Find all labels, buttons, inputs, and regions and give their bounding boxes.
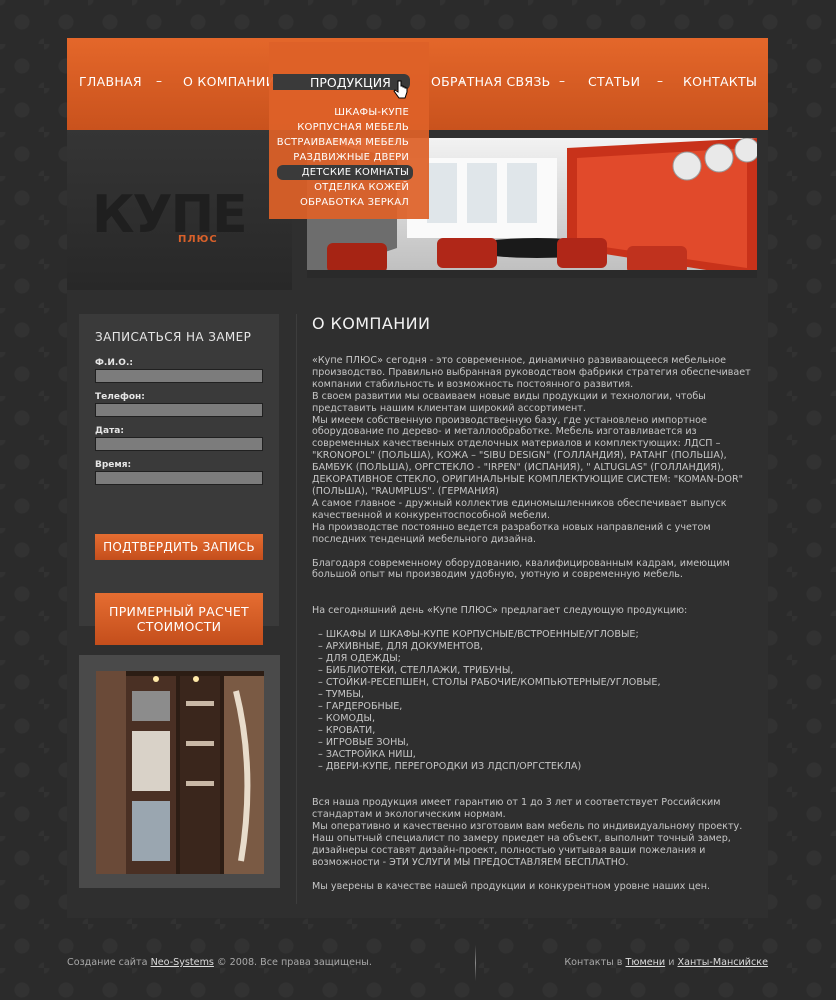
khanty-mansiysk-link[interactable]: Ханты-Мансийске	[678, 957, 769, 968]
logo-subtitle: ПЛЮС	[178, 234, 218, 245]
guarantee-paragraph: Вся наша продукция имеет гарантию от 1 д…	[312, 797, 743, 868]
footer-credit-prefix: Создание сайта	[67, 957, 148, 968]
footer-contacts-prefix: Контакты в	[564, 957, 623, 968]
list-item: КОМОДЫ,	[318, 713, 762, 725]
column-divider	[296, 314, 297, 904]
nav-item-about[interactable]: О КОМПАНИИ	[183, 74, 275, 89]
dropdown-item-kids-rooms[interactable]: ДЕТСКИЕ КОМНАТЫ	[276, 165, 413, 180]
list-item: ГАРДЕРОБНЫЕ,	[318, 701, 762, 713]
measurement-request-form: ЗАПИСАТЬСЯ НА ЗАМЕР Ф.И.О.: Телефон: Дат…	[79, 314, 279, 645]
logo[interactable]: КУПЕ	[92, 185, 248, 245]
products-intro: На сегодняшний день «Купе ПЛЮС» предлага…	[312, 605, 688, 617]
form-title: ЗАПИСАТЬСЯ НА ЗАМЕР	[95, 330, 252, 344]
dropdown-item-leather-finish[interactable]: ОТДЕЛКА КОЖЕЙ	[277, 180, 409, 195]
page-title: О КОМПАНИИ	[312, 314, 431, 333]
developer-link[interactable]: Neo-Systems	[151, 957, 214, 968]
date-field[interactable]	[95, 437, 263, 451]
footer-divider	[475, 945, 476, 981]
dropdown-item-built-in-furniture[interactable]: ВСТРАИВАЕМАЯ МЕБЕЛЬ	[277, 135, 409, 150]
logo-area: КУПЕ ПЛЮС	[67, 130, 292, 290]
nav-separator: –	[559, 74, 565, 88]
name-label: Ф.И.О.:	[95, 358, 133, 368]
page-container: ГЛАВНАЯ – О КОМПАНИИ – ОБРАТНАЯ СВЯЗЬ – …	[67, 38, 768, 918]
dropdown-item-cabinet-furniture[interactable]: КОРПУСНАЯ МЕБЕЛЬ	[277, 120, 409, 135]
product-list: ШКАФЫ И ШКАФЫ-КУПЕ КОРПУСНЫЕ/ВСТРОЕННЫЕ/…	[318, 629, 762, 773]
list-item: СТОЙКИ-РЕСЕПШЕН, СТОЛЫ РАБОЧИЕ/КОМПЬЮТЕР…	[318, 677, 762, 689]
dropdown-item-mirror-processing[interactable]: ОБРАБОТКА ЗЕРКАЛ	[277, 195, 409, 210]
tyumen-link[interactable]: Тюмени	[626, 957, 666, 968]
main-content: О КОМПАНИИ «Купе ПЛЮС» сегодня - это сов…	[312, 314, 762, 893]
date-label: Дата:	[95, 426, 124, 436]
nav-separator: –	[657, 74, 663, 88]
closing-paragraph: Мы уверены в качестве нашей продукции и …	[312, 880, 711, 892]
list-item: БИБЛИОТЕКИ, СТЕЛЛАЖИ, ТРИБУНЫ,	[318, 665, 762, 677]
list-item: ДВЕРИ-КУПЕ, ПЕРЕГОРОДКИ ИЗ ЛДСП/ОРГСТЕКЛ…	[318, 761, 762, 773]
wardrobe-photo-panel	[79, 655, 280, 888]
list-item: АРХИВНЫЕ, ДЛЯ ДОКУМЕНТОВ,	[318, 641, 762, 653]
footer-contacts-and: и	[668, 957, 675, 968]
nav-item-feedback[interactable]: ОБРАТНАЯ СВЯЗЬ	[431, 74, 551, 89]
nav-item-articles[interactable]: СТАТЬИ	[588, 74, 640, 89]
about-paragraph-1: «Купе ПЛЮС» сегодня - это современное, д…	[312, 355, 751, 545]
cost-estimate-button[interactable]: ПРИМЕРНЫЙ РАСЧЕТ СТОИМОСТИ	[95, 593, 263, 645]
footer-credits: Создание сайта Neo-Systems © 2008. Все п…	[67, 957, 372, 968]
nav-item-home[interactable]: ГЛАВНАЯ	[79, 74, 142, 89]
list-item: ДЛЯ ОДЕЖДЫ;	[318, 653, 762, 665]
list-item: ШКАФЫ И ШКАФЫ-КУПЕ КОРПУСНЫЕ/ВСТРОЕННЫЕ/…	[318, 629, 762, 641]
list-item: ЗАСТРОЙКА НИШ,	[318, 749, 762, 761]
list-item: ИГРОВЫЕ ЗОНЫ,	[318, 737, 762, 749]
footer-copyright: © 2008. Все права защищены.	[217, 957, 372, 968]
submit-request-button[interactable]: ПОДТВЕРДИТЬ ЗАПИСЬ	[95, 534, 263, 560]
about-paragraph-2: Благодаря современному оборудованию, ква…	[312, 557, 730, 581]
footer-contacts: Контакты в Тюмени и Ханты-Мансийске	[564, 957, 768, 968]
dropdown-item-wardrobes[interactable]: ШКАФЫ-КУПЕ	[277, 105, 409, 120]
time-field[interactable]	[95, 471, 263, 485]
products-dropdown-menu: ПРОДУКЦИЯ ШКАФЫ-КУПЕ КОРПУСНАЯ МЕБЕЛЬ ВС…	[269, 42, 429, 219]
nav-item-contacts[interactable]: КОНТАКТЫ	[683, 74, 757, 89]
list-item: КРОВАТИ,	[318, 725, 762, 737]
time-label: Время:	[95, 460, 132, 470]
phone-field[interactable]	[95, 403, 263, 417]
dropdown-list: ШКАФЫ-КУПЕ КОРПУСНАЯ МЕБЕЛЬ ВСТРАИВАЕМАЯ…	[276, 105, 413, 210]
nav-separator: –	[156, 74, 162, 88]
nav-item-products[interactable]: ПРОДУКЦИЯ	[310, 75, 391, 90]
mouse-pointer-icon	[393, 80, 408, 99]
phone-label: Телефон:	[95, 392, 145, 402]
name-field[interactable]	[95, 369, 263, 383]
dropdown-item-sliding-doors[interactable]: РАЗДВИЖНЫЕ ДВЕРИ	[277, 150, 409, 165]
list-item: ТУМБЫ,	[318, 689, 762, 701]
wardrobe-photo[interactable]	[96, 671, 264, 874]
